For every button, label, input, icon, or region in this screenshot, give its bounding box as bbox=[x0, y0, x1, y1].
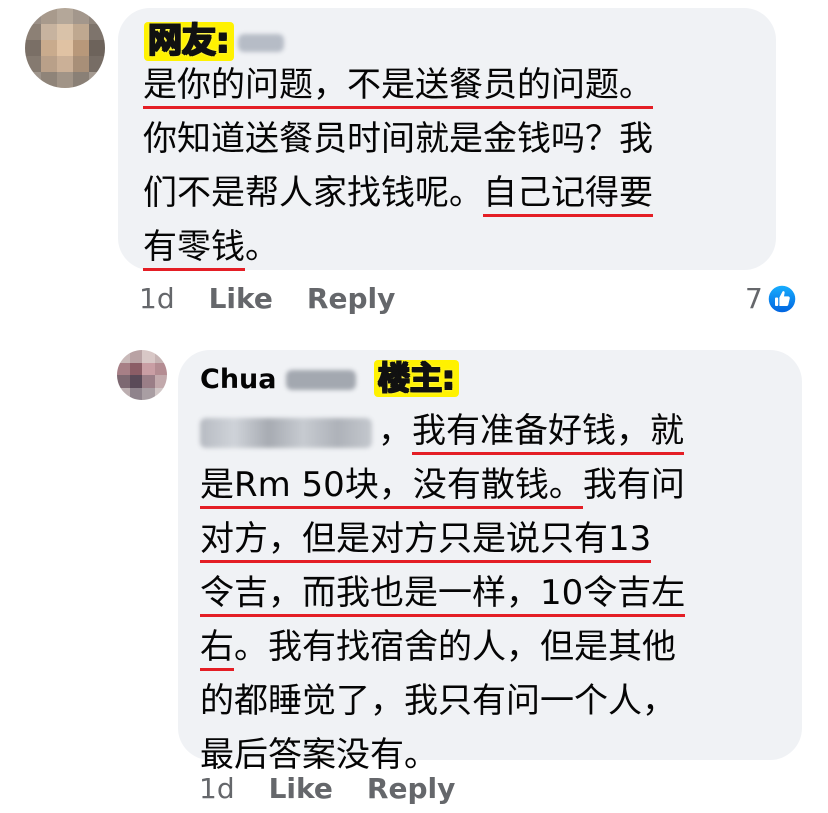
reply-actions: 1d Like Reply bbox=[199, 772, 489, 805]
blurred-author-name bbox=[238, 34, 284, 52]
comment-line: 你知道送餐员时间就是金钱吗？我 bbox=[143, 119, 653, 159]
comment-line: 。 bbox=[245, 227, 279, 267]
like-button[interactable]: Like bbox=[269, 772, 333, 805]
reply-line: 右 bbox=[200, 627, 234, 671]
reply-button[interactable]: Reply bbox=[367, 772, 455, 805]
comment-actions: 1d Like Reply bbox=[139, 282, 429, 315]
comment-line: 有零钱 bbox=[143, 227, 245, 271]
comment-time[interactable]: 1d bbox=[139, 282, 175, 315]
comment-line: 是你的问题，不是送餐员的问题。 bbox=[143, 65, 653, 109]
reply-line: 的都睡觉了，我只有问一个人， bbox=[200, 681, 676, 721]
reply-bubble: Chua 楼主: ，我有准备好钱，就 是Rm 50块，没有散钱。我有问 对方，但… bbox=[178, 350, 802, 775]
reply-line: 对方，但是对方只是说只有13 bbox=[200, 519, 652, 563]
commenter-avatar[interactable] bbox=[25, 8, 105, 88]
blurred-author-name bbox=[286, 370, 356, 390]
poster-tag: 楼主: bbox=[374, 359, 459, 397]
commenter-tag: 网友: bbox=[144, 21, 234, 62]
reply-text: ，我有准备好钱，就 是Rm 50块，没有散钱。我有问 对方，但是对方只是说只有1… bbox=[200, 404, 796, 782]
blurred-mention bbox=[200, 417, 372, 448]
reply-line: ， bbox=[378, 411, 412, 451]
comment-text: 是你的问题，不是送餐员的问题。 你知道送餐员时间就是金钱吗？我 们不是帮人家找钱… bbox=[143, 58, 763, 274]
author-avatar[interactable] bbox=[117, 350, 167, 400]
reply-line: 是Rm 50块，没有散钱。 bbox=[200, 465, 583, 509]
like-button[interactable]: Like bbox=[209, 282, 273, 315]
comment-line: 们不是帮人家找钱呢。 bbox=[143, 173, 483, 213]
reaction-summary[interactable]: 7 bbox=[745, 282, 797, 315]
reply-line: 我有问 bbox=[582, 465, 685, 505]
comment-line: 自己记得要 bbox=[483, 173, 653, 217]
thumbs-up-icon bbox=[767, 283, 797, 314]
comment-bubble: 网友: 是你的问题，不是送餐员的问题。 你知道送餐员时间就是金钱吗？我 们不是帮… bbox=[118, 8, 776, 271]
reaction-count: 7 bbox=[745, 282, 763, 315]
reply-line: 。我有找宿舍的人，但是其他 bbox=[234, 627, 676, 667]
reply-line: 我有准备好钱，就 bbox=[412, 411, 684, 455]
author-name[interactable]: Chua bbox=[200, 364, 276, 395]
reply-time[interactable]: 1d bbox=[199, 772, 235, 805]
reply-line: 最后答案没有。 bbox=[200, 735, 438, 775]
reply-line: 令吉，而我也是一样，10令吉左 bbox=[200, 573, 686, 617]
reply-button[interactable]: Reply bbox=[307, 282, 395, 315]
